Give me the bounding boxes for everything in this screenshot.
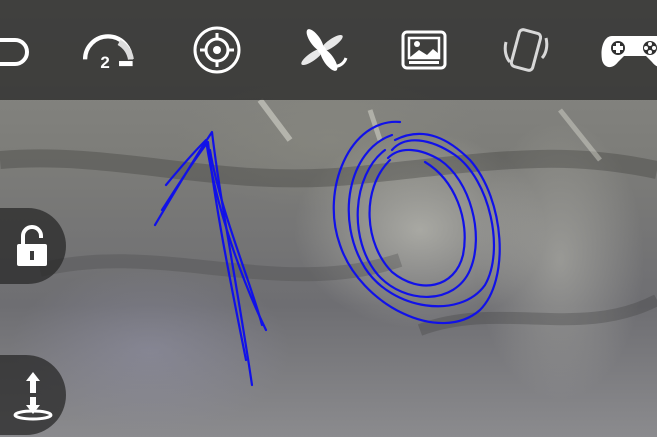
speed-gauge-icon: 2 bbox=[82, 34, 134, 72]
gamepad-icon bbox=[601, 36, 657, 67]
return-arrow-icon bbox=[0, 38, 29, 66]
unlock-icon bbox=[17, 225, 47, 266]
gallery-button[interactable] bbox=[396, 22, 452, 78]
calibrate-button[interactable] bbox=[189, 22, 245, 78]
gravity-mode-button[interactable] bbox=[498, 22, 554, 78]
top-toolbar: 2 bbox=[0, 0, 657, 100]
speed-button[interactable]: 2 bbox=[80, 22, 136, 78]
return-button[interactable] bbox=[0, 22, 36, 78]
altitude-hold-icon bbox=[13, 372, 53, 421]
image-gallery-icon bbox=[401, 30, 447, 70]
speed-value: 2 bbox=[100, 53, 109, 72]
crosshair-icon bbox=[193, 26, 241, 74]
flip-button[interactable] bbox=[294, 22, 350, 78]
phone-tilt-icon bbox=[503, 28, 549, 72]
drone-propeller-icon bbox=[301, 29, 348, 71]
controller-button[interactable] bbox=[600, 22, 657, 78]
